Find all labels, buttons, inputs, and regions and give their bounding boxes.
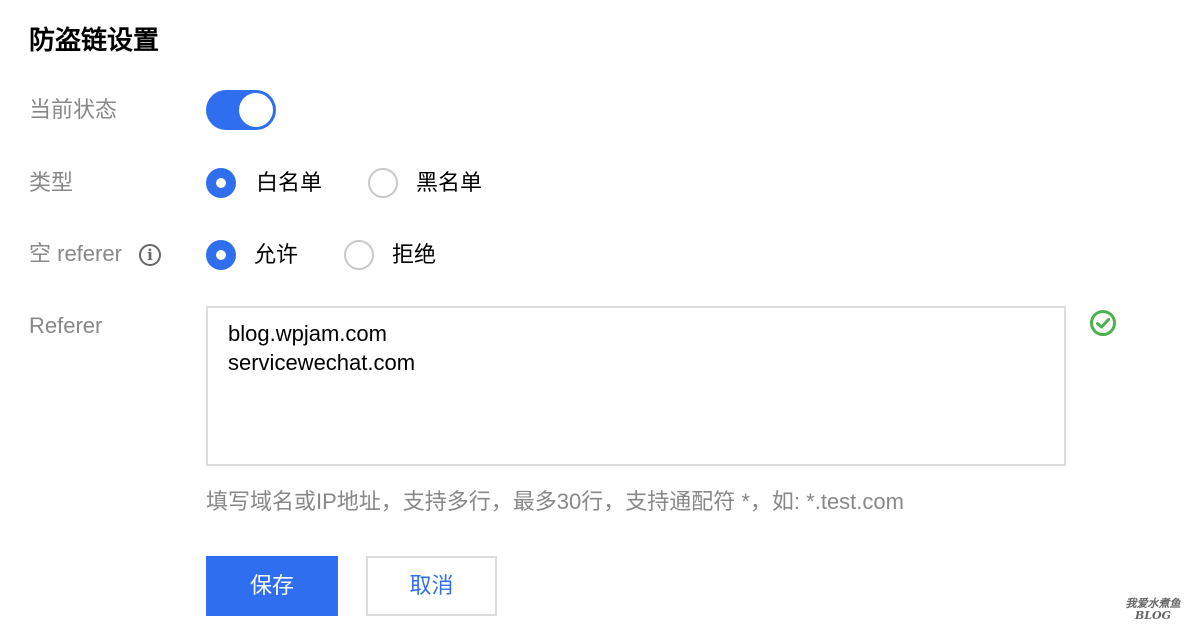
type-label: 类型 [29, 170, 74, 195]
check-circle-icon [1090, 310, 1116, 336]
radio-deny[interactable] [344, 240, 374, 270]
referer-textarea[interactable]: blog.wpjam.com servicewechat.com [206, 306, 1066, 466]
radio-allow-label[interactable]: 允许 [254, 240, 298, 270]
radio-blacklist[interactable] [368, 168, 398, 198]
radio-whitelist[interactable] [206, 168, 236, 198]
status-label: 当前状态 [29, 97, 118, 122]
watermark-line2: BLOG [1134, 609, 1171, 622]
empty-referer-label: 空 referer [29, 241, 122, 266]
page-title: 防盗链设置 [29, 25, 160, 55]
save-button[interactable]: 保存 [206, 556, 338, 616]
status-toggle[interactable] [206, 90, 276, 130]
radio-allow[interactable] [206, 240, 236, 270]
radio-whitelist-label[interactable]: 白名单 [256, 168, 322, 198]
cancel-button[interactable]: 取消 [366, 556, 497, 616]
toggle-knob [239, 93, 273, 127]
radio-deny-label[interactable]: 拒绝 [392, 240, 436, 270]
radio-blacklist-label[interactable]: 黑名单 [416, 168, 482, 198]
referer-hint: 填写域名或IP地址，支持多行，最多30行，支持通配符 *，如: *.test.c… [206, 489, 904, 514]
info-icon[interactable]: i [139, 244, 161, 266]
referer-label: Referer [29, 313, 103, 338]
watermark-logo: 我爱水煮鱼 BLOG [1118, 598, 1188, 622]
